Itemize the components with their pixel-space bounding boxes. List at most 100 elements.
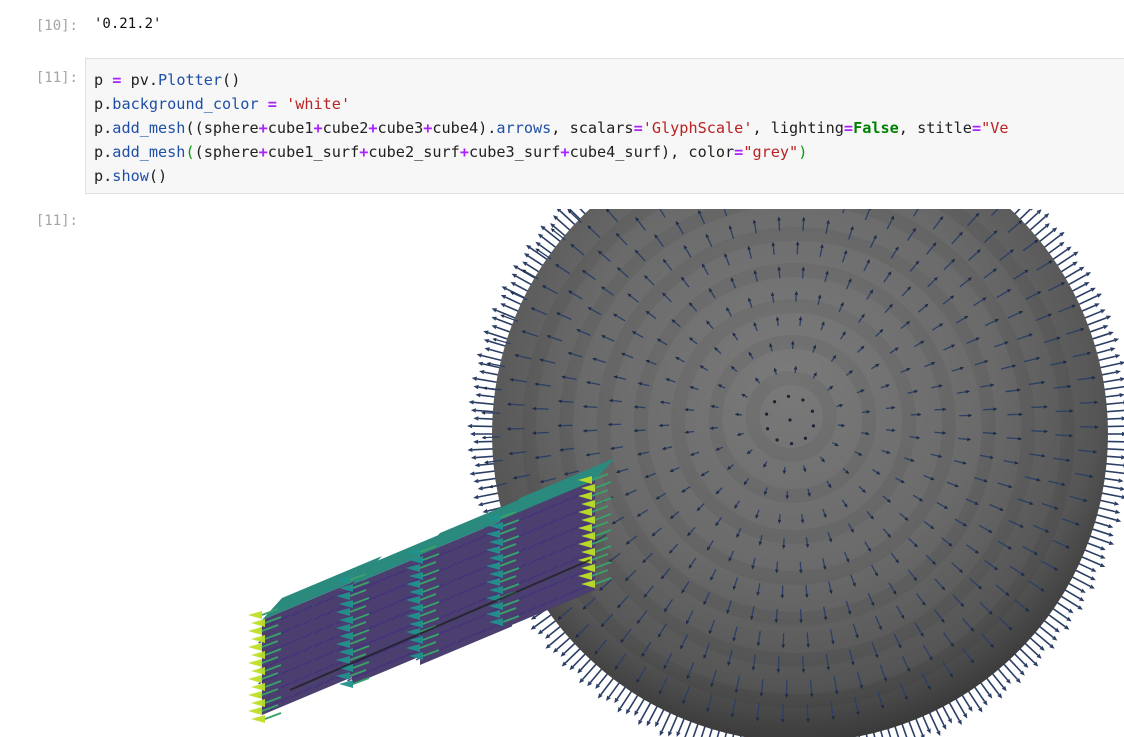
code-line: p = pv.Plotter() (94, 71, 241, 89)
rim-arrow (1105, 409, 1124, 413)
rim-arrow (1063, 268, 1081, 280)
rim-arrowhead (491, 316, 497, 321)
rim-arrow (482, 499, 502, 505)
rim-arrow (1080, 304, 1096, 313)
edge-arrow-shaft (264, 712, 282, 720)
rim-arrow (1083, 310, 1102, 320)
cube-meshes (248, 458, 615, 723)
rim-arrow (1092, 520, 1109, 527)
rim-arrow (1092, 339, 1115, 348)
edge-arrow (248, 659, 262, 667)
rim-arrow (556, 636, 572, 651)
surface-arrow (586, 406, 598, 409)
surface-arrow (806, 703, 809, 719)
pyvista-render-output[interactable] (85, 209, 1124, 737)
surface-arrow (934, 431, 943, 434)
rim-arrow (478, 417, 495, 421)
surface-arrow-dot (765, 427, 770, 431)
rim-arrow (475, 409, 495, 413)
rim-arrow (472, 447, 495, 451)
rim-arrow (648, 704, 659, 723)
surface-arrow (688, 430, 695, 433)
rim-arrowhead (1108, 540, 1115, 545)
surface-arrow-dot (788, 418, 792, 422)
rim-arrow (476, 377, 499, 384)
rim-arrow (661, 711, 672, 732)
rim-arrow (527, 255, 545, 267)
code-line: p.add_mesh((sphere+cube1+cube2+cube3+cub… (94, 119, 1009, 137)
rim-arrowhead (477, 501, 484, 507)
rim-arrow (1098, 362, 1121, 369)
rim-arrowhead (1115, 369, 1121, 375)
rim-arrow (563, 641, 577, 654)
rim-arrow (541, 236, 558, 249)
surface-arrow-dot (803, 436, 808, 440)
rim-arrow (477, 492, 500, 498)
rim-arrow (589, 667, 604, 683)
rim-arrow (1083, 548, 1102, 558)
surface-arrow (799, 561, 802, 570)
rim-arrow (516, 267, 537, 280)
rim-arrow (597, 672, 610, 686)
rim-arrowhead (491, 325, 497, 330)
rim-arrow (636, 697, 646, 712)
surface-arrow (1031, 430, 1045, 433)
rim-arrowhead (474, 462, 480, 468)
rim-arrow (541, 619, 558, 632)
rim-arrowhead (475, 393, 481, 398)
plot-canvas[interactable] (85, 209, 1124, 737)
surface-arrow (774, 371, 778, 375)
rim-arrow (1067, 582, 1082, 592)
edge-arrow (251, 715, 265, 723)
rim-arrow (1103, 394, 1120, 398)
rim-arrowhead (473, 494, 479, 500)
rim-arrowhead (1103, 325, 1109, 330)
edge-arrow (251, 699, 265, 707)
rim-arrow (1051, 248, 1068, 261)
surface-arrow (886, 429, 892, 431)
rim-arrow (934, 707, 945, 726)
rim-arrow (921, 714, 930, 730)
rim-arrow (692, 722, 700, 737)
rim-arrowhead (1113, 338, 1120, 343)
surface-arrow (802, 656, 805, 670)
rim-arrow (548, 624, 562, 637)
edge-arrow (251, 683, 265, 691)
rim-arrowhead (1113, 501, 1120, 506)
rim-arrowhead (473, 416, 479, 421)
surface-arrow-dot (772, 400, 777, 404)
rim-arrow (1095, 348, 1111, 355)
surface-arrow (778, 270, 781, 279)
surface-arrow (778, 220, 781, 231)
rim-arrow (1104, 401, 1124, 406)
surface-arrow (982, 431, 994, 434)
surface-arrow (983, 408, 994, 411)
rim-arrow (472, 425, 495, 428)
rim-arrow (495, 326, 512, 334)
rim-arrow (1047, 244, 1061, 255)
rim-arrowhead (1119, 486, 1124, 491)
surface-arrow (801, 270, 804, 279)
rim-arrowhead (1108, 532, 1114, 537)
edge-arrow (248, 611, 262, 619)
rim-arrow (907, 719, 916, 737)
rim-arrow (616, 685, 627, 700)
output-text-version: '0.21.2' (94, 16, 162, 32)
code-cell[interactable]: p = pv.Plotter() p.background_color = 'w… (85, 58, 1124, 194)
rim-arrow (677, 717, 686, 733)
rim-arrow (569, 209, 582, 221)
rim-arrow (979, 681, 990, 695)
rim-arrowhead (484, 347, 490, 352)
rim-arrow (1096, 506, 1116, 513)
code-editor[interactable]: p = pv.Plotter() p.background_color = 'w… (94, 68, 1009, 188)
surface-arrow (861, 431, 866, 435)
rim-arrow (478, 477, 498, 482)
rim-arrow (1102, 477, 1119, 482)
surface-arrow (586, 429, 597, 432)
rim-arrowhead (1115, 518, 1122, 523)
surface-arrow (535, 431, 549, 434)
rim-arrow (954, 697, 966, 715)
code-line: p.show() (94, 167, 168, 185)
surface-arrow-dot (789, 442, 794, 446)
rim-arrow (669, 714, 679, 733)
